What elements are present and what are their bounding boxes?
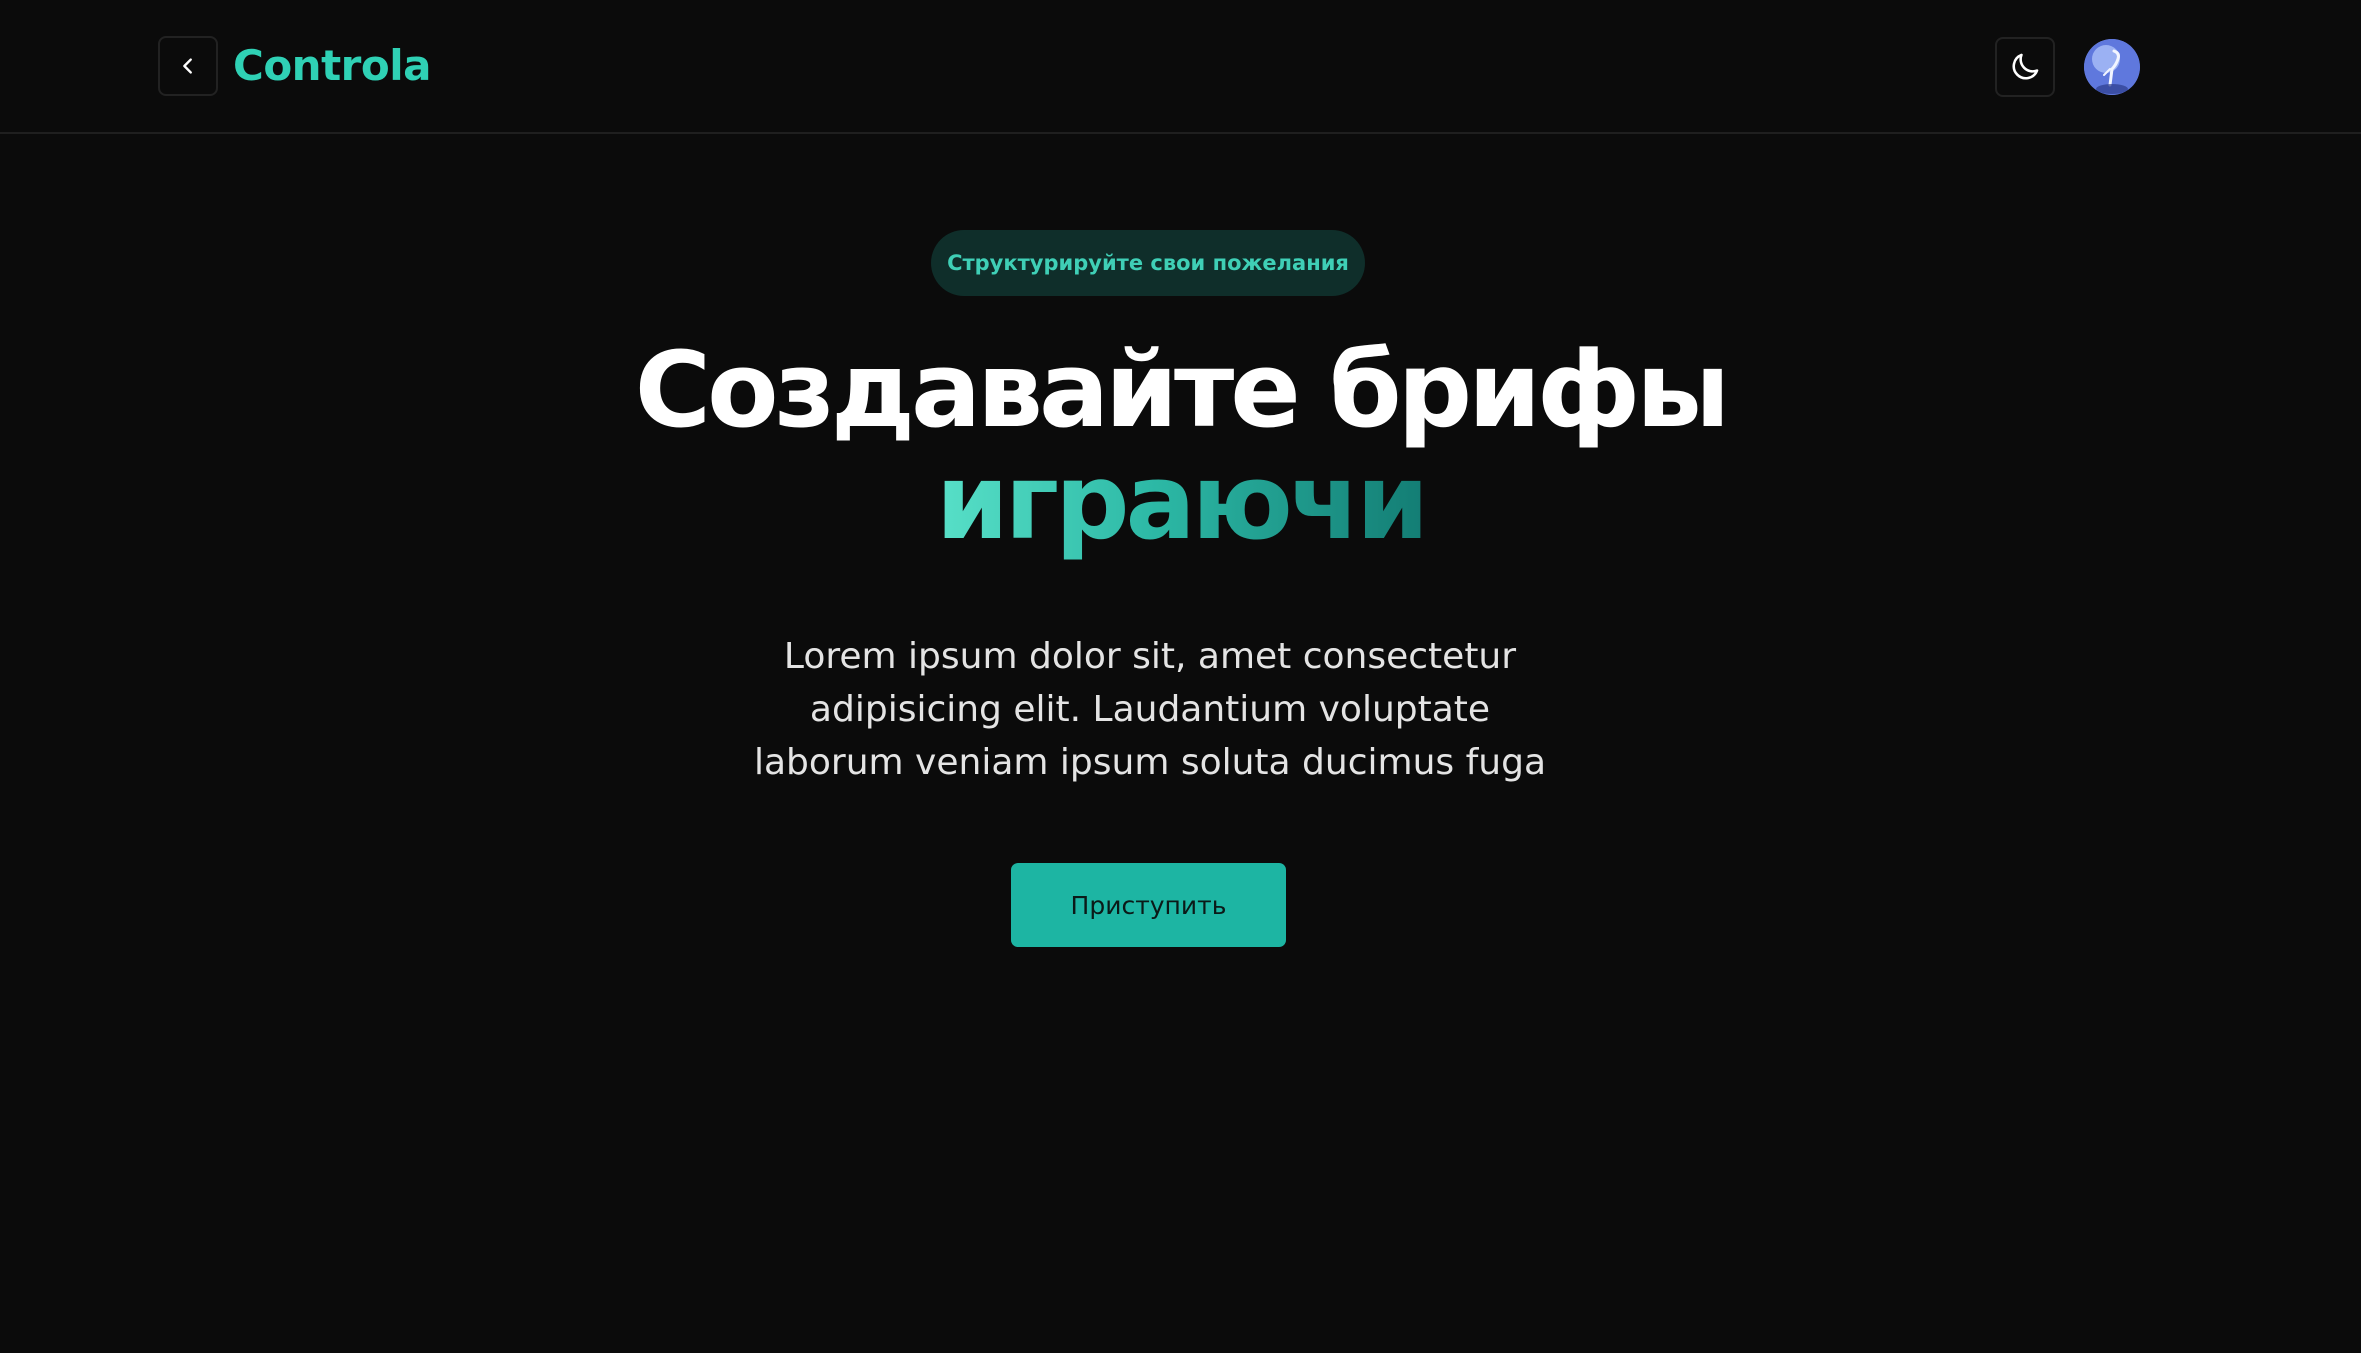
tagline-badge: Структурируйте свои пожелания xyxy=(931,230,1365,296)
hero-title-line2: играючи xyxy=(0,442,2361,562)
hero-title-highlight: играючи xyxy=(935,441,1429,563)
top-navbar: Controla xyxy=(0,0,2361,134)
avatar[interactable] xyxy=(2084,39,2140,95)
app-logo[interactable]: Controla xyxy=(233,36,431,96)
moon-icon xyxy=(2008,50,2042,84)
page: Controla Структурируйте свои пожелания С… xyxy=(0,0,2361,1353)
hero-title-line1: Создавайте брифы xyxy=(634,329,1730,451)
chevron-left-icon xyxy=(177,55,199,77)
hero-description: Lorem ipsum dolor sit, amet consectetur … xyxy=(753,636,1547,783)
get-started-button[interactable]: Приступить xyxy=(1011,863,1286,947)
back-button[interactable] xyxy=(158,36,218,96)
theme-toggle-button[interactable] xyxy=(1995,37,2055,97)
